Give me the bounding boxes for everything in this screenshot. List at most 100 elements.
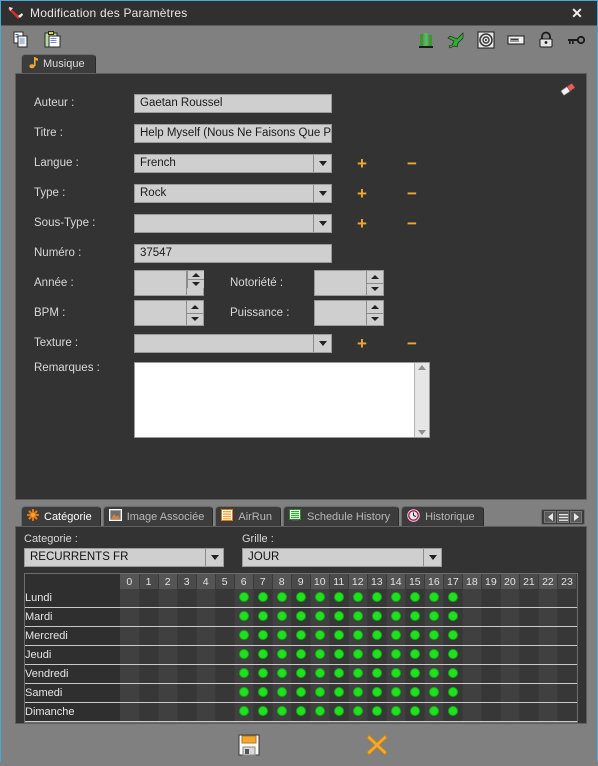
slot-mardi-19[interactable] — [481, 607, 501, 627]
slot-samedi-3[interactable] — [177, 683, 197, 703]
save-button[interactable] — [236, 732, 262, 758]
slot-mardi-17[interactable] — [443, 607, 463, 627]
slot-mardi-10[interactable] — [310, 607, 330, 627]
slot-mardi-11[interactable] — [329, 607, 349, 627]
slot-samedi-16[interactable] — [424, 683, 444, 703]
scroll-up-icon[interactable] — [418, 365, 426, 370]
tower-icon[interactable] — [417, 31, 435, 49]
langue-remove-button[interactable]: − — [404, 155, 420, 172]
puissance-stepper[interactable] — [314, 300, 384, 326]
slot-mardi-7[interactable] — [253, 607, 273, 627]
slot-lundi-21[interactable] — [519, 589, 539, 608]
tab-image-associ-e[interactable]: Image Associée — [102, 506, 214, 526]
slot-lundi-4[interactable] — [196, 589, 216, 608]
slot-lundi-23[interactable] — [557, 589, 578, 608]
slot-mercredi-9[interactable] — [291, 626, 311, 646]
slot-vendredi-13[interactable] — [367, 664, 387, 684]
slot-vendredi-9[interactable] — [291, 664, 311, 684]
slot-lundi-14[interactable] — [386, 589, 406, 608]
slot-samedi-22[interactable] — [538, 683, 558, 703]
slot-mardi-15[interactable] — [405, 607, 425, 627]
slot-mardi-21[interactable] — [519, 607, 539, 627]
puissance-increment[interactable] — [367, 301, 383, 314]
notoriete-increment[interactable] — [367, 271, 383, 284]
slot-samedi-9[interactable] — [291, 683, 311, 703]
slot-mardi-20[interactable] — [500, 607, 520, 627]
chevron-down-icon[interactable] — [423, 549, 441, 566]
slot-samedi-11[interactable] — [329, 683, 349, 703]
slot-dimanche-16[interactable] — [424, 702, 444, 722]
notoriete-decrement[interactable] — [367, 283, 383, 295]
slot-jeudi-20[interactable] — [500, 645, 520, 665]
slot-dimanche-18[interactable] — [462, 702, 482, 722]
slot-dimanche-14[interactable] — [386, 702, 406, 722]
slot-jeudi-0[interactable] — [120, 645, 140, 665]
slot-lundi-13[interactable] — [367, 589, 387, 608]
chevron-down-icon[interactable] — [313, 184, 331, 202]
slot-vendredi-16[interactable] — [424, 664, 444, 684]
slot-lundi-15[interactable] — [405, 589, 425, 608]
slot-lundi-2[interactable] — [158, 589, 178, 608]
slot-samedi-7[interactable] — [253, 683, 273, 703]
slot-jeudi-9[interactable] — [291, 645, 311, 665]
slot-vendredi-20[interactable] — [500, 664, 520, 684]
slot-mercredi-4[interactable] — [196, 626, 216, 646]
slot-vendredi-8[interactable] — [272, 664, 292, 684]
slot-samedi-0[interactable] — [120, 683, 140, 703]
slot-jeudi-2[interactable] — [158, 645, 178, 665]
slot-lundi-22[interactable] — [538, 589, 558, 608]
numero-input[interactable]: 37547 — [134, 243, 332, 263]
tab-next-button[interactable] — [570, 511, 582, 523]
slot-jeudi-12[interactable] — [348, 645, 368, 665]
slot-jeudi-4[interactable] — [196, 645, 216, 665]
slot-samedi-5[interactable] — [215, 683, 235, 703]
annee-increment[interactable] — [188, 271, 204, 280]
slot-lundi-20[interactable] — [500, 589, 520, 608]
key-icon[interactable] — [567, 31, 586, 49]
slot-mercredi-11[interactable] — [329, 626, 349, 646]
slot-vendredi-22[interactable] — [538, 664, 558, 684]
slot-dimanche-17[interactable] — [443, 702, 463, 722]
slot-jeudi-21[interactable] — [519, 645, 539, 665]
tab-schedule-history[interactable]: Schedule History — [282, 506, 400, 526]
slot-vendredi-23[interactable] — [557, 664, 578, 684]
slot-vendredi-21[interactable] — [519, 664, 539, 684]
slot-lundi-11[interactable] — [329, 589, 349, 608]
slot-lundi-8[interactable] — [272, 589, 292, 608]
slot-jeudi-16[interactable] — [424, 645, 444, 665]
slot-mercredi-19[interactable] — [481, 626, 501, 646]
slot-vendredi-12[interactable] — [348, 664, 368, 684]
slot-lundi-17[interactable] — [443, 589, 463, 608]
sous-type-select[interactable] — [134, 213, 332, 233]
langue-add-button[interactable]: + — [354, 155, 370, 172]
slot-mercredi-20[interactable] — [500, 626, 520, 646]
slot-mercredi-23[interactable] — [557, 626, 578, 646]
remarques-scrollbar[interactable] — [414, 363, 429, 437]
slot-mardi-18[interactable] — [462, 607, 482, 627]
categorie-select[interactable]: RECURRENTS FR — [24, 548, 224, 567]
annee-decrement[interactable] — [188, 280, 204, 288]
slot-dimanche-5[interactable] — [215, 702, 235, 722]
slot-dimanche-15[interactable] — [405, 702, 425, 722]
slot-mardi-22[interactable] — [538, 607, 558, 627]
slot-mardi-5[interactable] — [215, 607, 235, 627]
slot-dimanche-10[interactable] — [310, 702, 330, 722]
slot-vendredi-7[interactable] — [253, 664, 273, 684]
slot-samedi-12[interactable] — [348, 683, 368, 703]
slot-dimanche-13[interactable] — [367, 702, 387, 722]
slot-jeudi-1[interactable] — [139, 645, 159, 665]
slot-samedi-6[interactable] — [234, 683, 254, 703]
lock-icon[interactable] — [537, 31, 555, 49]
slot-dimanche-8[interactable] — [272, 702, 292, 722]
slot-dimanche-20[interactable] — [500, 702, 520, 722]
slot-samedi-13[interactable] — [367, 683, 387, 703]
slot-dimanche-9[interactable] — [291, 702, 311, 722]
slot-mercredi-21[interactable] — [519, 626, 539, 646]
slot-vendredi-18[interactable] — [462, 664, 482, 684]
slot-lundi-7[interactable] — [253, 589, 273, 608]
slot-lundi-3[interactable] — [177, 589, 197, 608]
slot-mercredi-12[interactable] — [348, 626, 368, 646]
slot-mardi-16[interactable] — [424, 607, 444, 627]
chevron-down-icon[interactable] — [313, 154, 331, 172]
slot-dimanche-19[interactable] — [481, 702, 501, 722]
